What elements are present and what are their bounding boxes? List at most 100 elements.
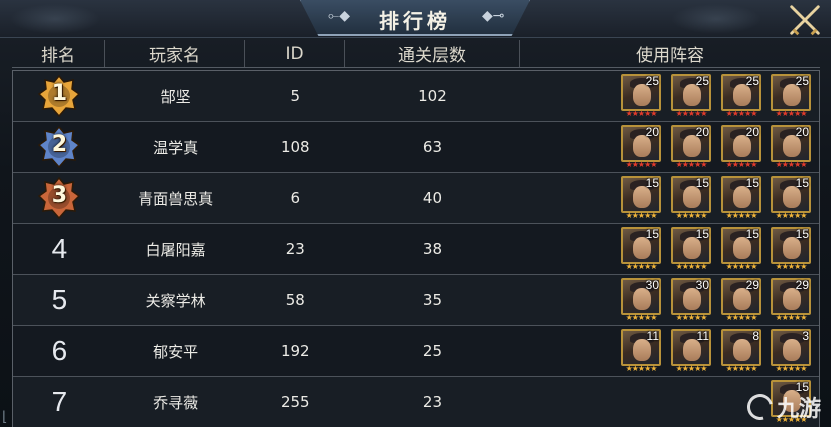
hero-level: 25 [645, 74, 659, 88]
hero-stars-icon: ★★★★★ [675, 313, 708, 322]
hero-portrait[interactable]: 15 ★★★★★ [721, 227, 761, 271]
rank-number: 7 [51, 386, 68, 417]
hero-stars-icon: ★★★★★ [725, 313, 758, 322]
table-header: 排名 玩家名 ID 通关层数 使用阵容 [12, 40, 820, 68]
hero-portrait[interactable]: 15 ★★★★★ [621, 227, 661, 271]
hero-stars-icon: ★★★★★ [675, 109, 708, 118]
rank-cell: 6 [13, 335, 106, 367]
player-id: 5 [290, 87, 301, 105]
table-row[interactable]: 7 乔寻薇 255 23 15 ★★★★★ [13, 377, 819, 427]
hero-portrait[interactable]: 30 ★★★★★ [671, 278, 711, 322]
leaderboard-table[interactable]: 1 郜坚 5 102 25 ★★★★★ 25 ★★★★★ 25 ★★★★★ 25 ★★★★★ 2 温学真 1… [12, 70, 820, 427]
hero-level: 8 [752, 329, 759, 343]
player-name[interactable]: 郁安平 [106, 341, 246, 362]
hero-portrait[interactable]: 8 ★★★★★ [721, 329, 761, 373]
table-row[interactable]: 1 郜坚 5 102 25 ★★★★★ 25 ★★★★★ 25 ★★★★★ 25 ★★★★★ [13, 71, 819, 122]
close-button[interactable] [783, 0, 827, 40]
player-name[interactable]: 青面兽思真 [106, 188, 246, 209]
lineup: 11 ★★★★★ 11 ★★★★★ 8 ★★★★★ 3 ★★★★★ [520, 329, 819, 373]
hero-portrait[interactable]: 15 ★★★★★ [771, 176, 811, 220]
hero-stars-icon: ★★★★★ [625, 262, 658, 271]
header-rank: 排名 [12, 40, 105, 67]
player-id: 23 [285, 240, 305, 258]
table-row[interactable]: 4 白屠阳嘉 23 38 15 ★★★★★ 15 ★★★★★ 15 ★★★★★ 15 ★★★★★ [13, 224, 819, 275]
hero-stars-icon: ★★★★★ [775, 313, 808, 322]
hero-level: 15 [645, 176, 659, 190]
hero-stars-icon: ★★★★★ [775, 109, 808, 118]
hero-stars-icon: ★★★★★ [675, 262, 708, 271]
hero-portrait[interactable]: 11 ★★★★★ [621, 329, 661, 373]
floors-cleared: 102 [418, 87, 447, 105]
hero-level: 30 [695, 278, 709, 292]
player-id: 255 [280, 393, 310, 411]
hero-stars-icon: ★★★★★ [625, 109, 658, 118]
hero-level: 15 [695, 176, 709, 190]
title-bar: ⟜◆ ◆⊸ 排行榜 [0, 0, 831, 38]
floors-cleared: 35 [422, 291, 442, 309]
leaderboard-panel: ⟜◆ ◆⊸ 排行榜 排名 玩家名 ID 通关层数 使用阵容 1 郜坚 5 102 25 ★… [0, 0, 831, 427]
table-row[interactable]: 2 温学真 108 63 20 ★★★★★ 20 ★★★★★ 20 ★★★★★ 20 ★★★★★ [13, 122, 819, 173]
rank-cell: 1 [13, 74, 106, 118]
hero-portrait[interactable]: 20 ★★★★★ [721, 125, 761, 169]
hero-portrait[interactable]: 29 ★★★★★ [721, 278, 761, 322]
rank-medal-icon: 3 [37, 176, 81, 220]
header-player-name: 玩家名 [105, 40, 245, 67]
floors-cleared: 40 [422, 189, 442, 207]
lineup: 25 ★★★★★ 25 ★★★★★ 25 ★★★★★ 25 ★★★★★ [520, 74, 819, 118]
hero-portrait[interactable]: 20 ★★★★★ [671, 125, 711, 169]
hero-portrait[interactable]: 3 ★★★★★ [771, 329, 811, 373]
hero-level: 15 [795, 227, 809, 241]
hero-portrait[interactable]: 25 ★★★★★ [771, 74, 811, 118]
hero-stars-icon: ★★★★★ [775, 364, 808, 373]
hero-portrait[interactable]: 29 ★★★★★ [771, 278, 811, 322]
rank-number: 1 [51, 81, 68, 106]
hero-level: 15 [795, 176, 809, 190]
hero-portrait[interactable]: 20 ★★★★★ [771, 125, 811, 169]
rank-number: 6 [51, 335, 68, 366]
rank-number: 2 [51, 132, 68, 157]
floors-cleared: 23 [422, 393, 442, 411]
table-row[interactable]: 5 关察学林 58 35 30 ★★★★★ 30 ★★★★★ 29 ★★★★★ 29 ★★★★★ [13, 275, 819, 326]
hero-portrait[interactable]: 11 ★★★★★ [671, 329, 711, 373]
player-name[interactable]: 温学真 [106, 137, 246, 158]
hero-level: 25 [745, 74, 759, 88]
hero-portrait[interactable]: 25 ★★★★★ [671, 74, 711, 118]
hero-portrait[interactable]: 15 ★★★★★ [621, 176, 661, 220]
player-name[interactable]: 关察学林 [106, 290, 246, 311]
header-id: ID [245, 40, 345, 67]
rank-number: 4 [51, 233, 68, 264]
hero-level: 25 [695, 74, 709, 88]
floors-cleared: 25 [422, 342, 442, 360]
hero-stars-icon: ★★★★★ [725, 364, 758, 373]
table-row[interactable]: 6 郁安平 192 25 11 ★★★★★ 11 ★★★★★ 8 ★★★★★ 3 ★★★★★ [13, 326, 819, 377]
hero-level: 25 [795, 74, 809, 88]
hero-stars-icon: ★★★★★ [725, 262, 758, 271]
hero-level: 20 [645, 125, 659, 139]
hero-level: 20 [795, 125, 809, 139]
hero-level: 29 [795, 278, 809, 292]
hero-portrait[interactable]: 25 ★★★★★ [621, 74, 661, 118]
header-lineup: 使用阵容 [636, 46, 704, 66]
player-name[interactable]: 郜坚 [106, 86, 246, 107]
hero-portrait[interactable]: 15 ★★★★★ [671, 176, 711, 220]
rank-cell: 2 [13, 125, 106, 169]
player-id: 108 [280, 138, 310, 156]
corner-ornament-icon: ⌊ [2, 409, 8, 425]
hero-portrait[interactable]: 15 ★★★★★ [671, 227, 711, 271]
hero-portrait[interactable]: 20 ★★★★★ [621, 125, 661, 169]
hero-stars-icon: ★★★★★ [775, 211, 808, 220]
rank-cell: 3 [13, 176, 106, 220]
hero-stars-icon: ★★★★★ [725, 160, 758, 169]
hero-portrait[interactable]: 15 ★★★★★ [771, 227, 811, 271]
player-name[interactable]: 乔寻薇 [106, 392, 246, 413]
hero-portrait[interactable]: 30 ★★★★★ [621, 278, 661, 322]
player-id: 192 [280, 342, 310, 360]
hero-stars-icon: ★★★★★ [725, 211, 758, 220]
hero-level: 15 [695, 227, 709, 241]
hero-portrait[interactable]: 15 ★★★★★ [721, 176, 761, 220]
hero-stars-icon: ★★★★★ [675, 211, 708, 220]
hero-portrait[interactable]: 25 ★★★★★ [721, 74, 761, 118]
player-name[interactable]: 白屠阳嘉 [106, 239, 246, 260]
table-row[interactable]: 3 青面兽思真 6 40 15 ★★★★★ 15 ★★★★★ 15 ★★★★★ 15 ★★★★★ [13, 173, 819, 224]
title-ornament-right-icon: ◆⊸ [482, 8, 505, 24]
